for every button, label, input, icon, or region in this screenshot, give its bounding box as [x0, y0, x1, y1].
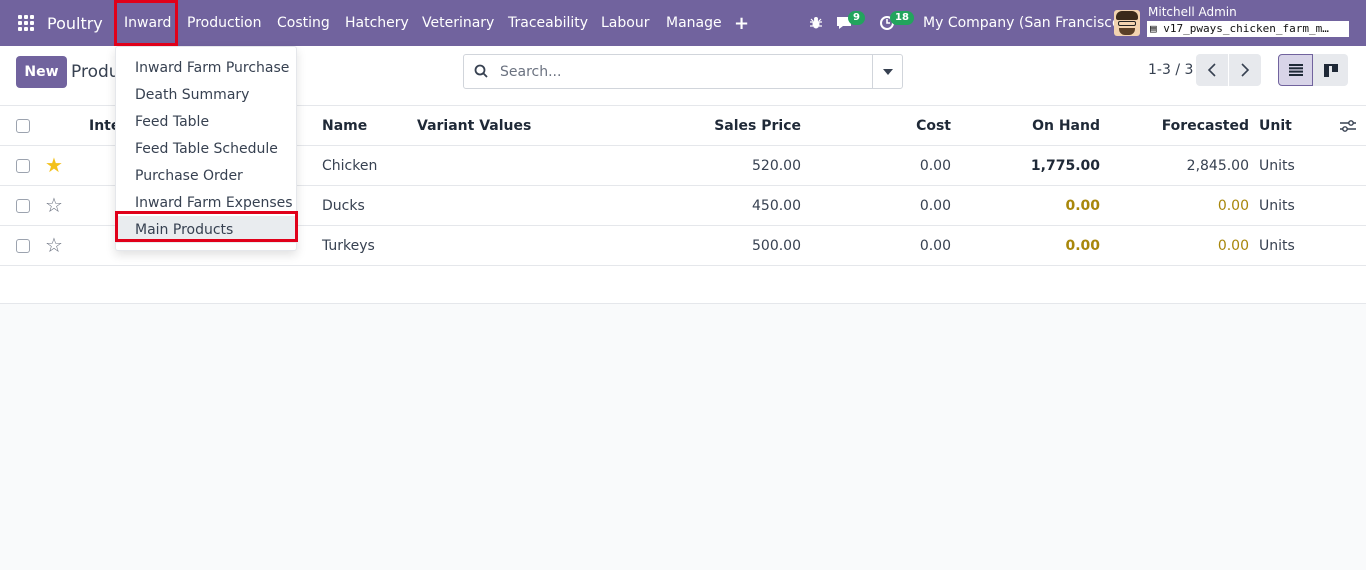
database-icon: ▤ — [1150, 22, 1164, 35]
column-variant-values[interactable]: Variant Values — [417, 106, 531, 146]
search-input[interactable] — [500, 55, 870, 88]
unit: Units — [1259, 198, 1295, 214]
favorite-star-icon[interactable]: ★ — [45, 154, 63, 176]
database-label: v17_pways_chicken_farm_m… — [1163, 22, 1329, 35]
column-unit[interactable]: Unit — [1259, 106, 1292, 146]
inward-dropdown-menu: Inward Farm Purchase Death Summary Feed … — [115, 46, 297, 251]
cost: 0.00 — [919, 238, 951, 254]
unit: Units — [1259, 238, 1295, 254]
on-hand: 0.00 — [1065, 198, 1100, 214]
user-avatar[interactable] — [1114, 10, 1140, 36]
add-menu-icon[interactable]: + — [734, 0, 749, 46]
column-sales-price[interactable]: Sales Price — [640, 106, 801, 146]
menu-item-feed-table[interactable]: Feed Table — [116, 108, 296, 135]
search-box — [463, 54, 903, 89]
table-footer — [0, 266, 1366, 304]
chevron-right-icon — [1241, 63, 1250, 77]
search-options-toggle[interactable] — [872, 55, 902, 88]
column-cost[interactable]: Cost — [850, 106, 951, 146]
list-view-icon — [1288, 64, 1303, 76]
activities-count-badge: 18 — [890, 11, 914, 25]
sales-price: 450.00 — [752, 198, 801, 214]
menu-production[interactable]: Production — [187, 0, 261, 46]
cost: 0.00 — [919, 158, 951, 174]
caret-down-icon — [882, 68, 893, 75]
forecasted: 0.00 — [1217, 238, 1249, 254]
menu-traceability[interactable]: Traceability — [508, 0, 588, 46]
menu-hatchery[interactable]: Hatchery — [345, 0, 409, 46]
list-view-button[interactable] — [1278, 54, 1313, 86]
select-all-checkbox[interactable] — [16, 119, 30, 133]
pager-value[interactable]: 1-3 / 3 — [1148, 62, 1193, 78]
menu-item-inward-farm-purchase[interactable]: Inward Farm Purchase — [116, 54, 296, 81]
row-checkbox[interactable] — [16, 159, 30, 173]
favorite-star-icon[interactable]: ☆ — [45, 194, 63, 216]
on-hand: 0.00 — [1065, 238, 1100, 254]
page-title: Produ — [71, 62, 120, 82]
app-brand[interactable]: Poultry — [47, 0, 103, 46]
forecasted: 2,845.00 — [1186, 158, 1249, 174]
product-name: Chicken — [322, 158, 378, 174]
top-navbar: Poultry Inward Production Costing Hatche… — [0, 0, 1366, 46]
menu-costing[interactable]: Costing — [277, 0, 330, 46]
column-forecasted[interactable]: Forecasted — [1120, 106, 1249, 146]
menu-item-purchase-order[interactable]: Purchase Order — [116, 162, 296, 189]
menu-inward[interactable]: Inward — [124, 0, 171, 46]
apps-menu-icon[interactable] — [18, 0, 36, 46]
menu-item-feed-table-schedule[interactable]: Feed Table Schedule — [116, 135, 296, 162]
menu-manage[interactable]: Manage — [666, 0, 722, 46]
column-name[interactable]: Name — [322, 106, 367, 146]
new-button[interactable]: New — [16, 56, 67, 88]
menu-labour[interactable]: Labour — [601, 0, 649, 46]
optional-columns-icon[interactable] — [1340, 119, 1356, 133]
search-icon — [474, 64, 488, 78]
menu-item-death-summary[interactable]: Death Summary — [116, 81, 296, 108]
forecasted: 0.00 — [1217, 198, 1249, 214]
sales-price: 520.00 — [752, 158, 801, 174]
pager-next-button[interactable] — [1229, 54, 1261, 86]
sales-price: 500.00 — [752, 238, 801, 254]
cost: 0.00 — [919, 198, 951, 214]
row-checkbox[interactable] — [16, 239, 30, 253]
user-name[interactable]: Mitchell Admin — [1148, 5, 1237, 19]
kanban-view-button[interactable] — [1313, 54, 1348, 86]
unit: Units — [1259, 158, 1295, 174]
chevron-left-icon — [1207, 63, 1216, 77]
company-switcher[interactable]: My Company (San Francisco) — [923, 0, 1126, 46]
menu-item-inward-farm-expenses[interactable]: Inward Farm Expenses — [116, 189, 296, 216]
database-name: ▤ v17_pways_chicken_farm_m… — [1147, 21, 1349, 37]
messages-count-badge: 9 — [848, 11, 865, 25]
kanban-view-icon — [1323, 63, 1338, 77]
product-name: Ducks — [322, 198, 365, 214]
menu-veterinary[interactable]: Veterinary — [422, 0, 494, 46]
column-on-hand[interactable]: On Hand — [980, 106, 1100, 146]
favorite-star-icon[interactable]: ☆ — [45, 234, 63, 256]
menu-item-main-products[interactable]: Main Products — [116, 216, 296, 243]
on-hand: 1,775.00 — [1030, 158, 1100, 174]
product-name: Turkeys — [322, 238, 375, 254]
debug-icon[interactable] — [809, 0, 823, 46]
row-checkbox[interactable] — [16, 199, 30, 213]
pager-previous-button[interactable] — [1196, 54, 1228, 86]
